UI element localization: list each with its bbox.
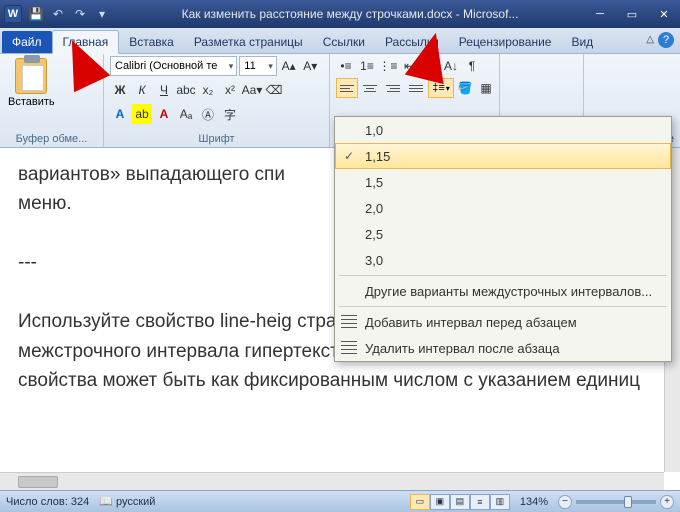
grow-font-icon[interactable]: A▴ xyxy=(279,56,299,76)
titlebar: W 💾 ↶ ↷ ▾ Как изменить расстояние между … xyxy=(0,0,680,28)
help-icon[interactable]: ? xyxy=(658,32,674,48)
superscript-button[interactable]: x² xyxy=(220,80,240,100)
quick-access-toolbar: 💾 ↶ ↷ ▾ xyxy=(26,4,112,24)
remove-space-after-paragraph[interactable]: Удалить интервал после абзаца xyxy=(335,335,671,361)
group-label-font: Шрифт xyxy=(110,131,323,147)
scrollbar-thumb[interactable] xyxy=(18,476,58,488)
line-spacing-more-options[interactable]: Другие варианты междустрочных интервалов… xyxy=(335,278,671,304)
tab-file[interactable]: Файл xyxy=(2,31,52,53)
line-spacing-menu: 1,0 ✓1,15 1,5 2,0 2,5 3,0 Другие вариант… xyxy=(334,116,672,362)
zoom-thumb[interactable] xyxy=(624,496,632,508)
group-label-clipboard: Буфер обме... xyxy=(6,131,97,147)
outline-view[interactable]: ≡ xyxy=(470,494,490,510)
tab-references[interactable]: Ссылки xyxy=(313,31,375,53)
full-screen-view[interactable]: ▣ xyxy=(430,494,450,510)
view-buttons: ▭ ▣ ▤ ≡ ▥ xyxy=(410,494,510,510)
check-icon: ✓ xyxy=(344,149,354,163)
justify-button[interactable] xyxy=(405,78,427,98)
zoom-level[interactable]: 134% xyxy=(520,496,548,508)
numbering-button[interactable]: 1≡ xyxy=(357,56,377,76)
minimize-ribbon-icon[interactable]: △ xyxy=(646,34,654,45)
highlight-button[interactable]: ab xyxy=(132,104,152,124)
menu-separator xyxy=(339,306,667,307)
shrink-font-icon[interactable]: A▾ xyxy=(300,56,320,76)
align-left-button[interactable] xyxy=(336,78,358,98)
borders-button[interactable]: ▦ xyxy=(476,78,496,98)
horizontal-scrollbar[interactable] xyxy=(0,472,664,490)
tab-review[interactable]: Рецензирование xyxy=(449,31,562,53)
change-case-button[interactable]: Aa▾ xyxy=(242,80,262,100)
zoom-out-button[interactable]: − xyxy=(558,495,572,509)
font-size-combo[interactable]: 11 xyxy=(239,56,277,76)
group-clipboard: Вставить Буфер обме... xyxy=(0,54,104,147)
line-spacing-button[interactable]: ‡≡ xyxy=(428,78,454,98)
bold-button[interactable]: Ж xyxy=(110,80,130,100)
word-count[interactable]: Число слов: 324 xyxy=(6,496,89,508)
tab-view[interactable]: Вид xyxy=(561,31,603,53)
increase-indent-button[interactable]: ⇥ xyxy=(420,56,440,76)
maximize-button[interactable]: ▭ xyxy=(620,6,644,22)
add-space-before-paragraph[interactable]: Добавить интервал перед абзацем xyxy=(335,309,671,335)
multilevel-list-button[interactable]: ⋮≡ xyxy=(378,56,398,76)
sort-button[interactable]: A↓ xyxy=(441,56,461,76)
font-color-button[interactable]: A xyxy=(154,104,174,124)
print-layout-view[interactable]: ▭ xyxy=(410,494,430,510)
group-font: Calibri (Основной те 11 A▴ A▾ Ж К Ч abc … xyxy=(104,54,330,147)
window-title: Как изменить расстояние между строчками.… xyxy=(116,7,584,21)
minimize-button[interactable]: ─ xyxy=(588,6,612,22)
bullets-button[interactable]: •≡ xyxy=(336,56,356,76)
phonetic-guide-button[interactable]: 字 xyxy=(220,104,240,124)
save-icon[interactable]: 💾 xyxy=(26,4,46,24)
italic-button[interactable]: К xyxy=(132,80,152,100)
strikethrough-button[interactable]: abc xyxy=(176,80,196,100)
zoom-track[interactable] xyxy=(576,500,656,504)
close-button[interactable]: ✕ xyxy=(652,6,676,22)
text-effects-button[interactable]: A xyxy=(110,104,130,124)
clear-formatting-button[interactable]: ⌫ xyxy=(264,80,284,100)
ribbon-tabs: Файл Главная Вставка Разметка страницы С… xyxy=(0,28,680,54)
draft-view[interactable]: ▥ xyxy=(490,494,510,510)
paste-label: Вставить xyxy=(8,96,55,108)
line-spacing-option-2.5[interactable]: 2,5 xyxy=(335,221,671,247)
enclose-chars-button[interactable]: Ⓐ xyxy=(198,104,218,124)
decrease-indent-button[interactable]: ⇤ xyxy=(399,56,419,76)
tab-page-layout[interactable]: Разметка страницы xyxy=(184,31,313,53)
line-spacing-option-2.0[interactable]: 2,0 xyxy=(335,195,671,221)
tab-insert[interactable]: Вставка xyxy=(119,31,184,53)
font-name-combo[interactable]: Calibri (Основной те xyxy=(110,56,237,76)
menu-separator xyxy=(339,275,667,276)
shading-button[interactable]: 🪣 xyxy=(455,78,475,98)
tab-mailings[interactable]: Рассылки xyxy=(375,31,449,53)
qat-customize-icon[interactable]: ▾ xyxy=(92,4,112,24)
show-marks-button[interactable]: ¶ xyxy=(462,56,482,76)
paste-button[interactable]: Вставить xyxy=(6,56,57,110)
paste-icon xyxy=(15,58,47,94)
redo-icon[interactable]: ↷ xyxy=(70,4,90,24)
language-status[interactable]: 📖 русский xyxy=(99,495,155,508)
underline-button[interactable]: Ч xyxy=(154,80,174,100)
app-icon[interactable]: W xyxy=(4,5,22,23)
character-shading-button[interactable]: Aₐ xyxy=(176,104,196,124)
zoom-slider: − + xyxy=(558,495,674,509)
subscript-button[interactable]: x₂ xyxy=(198,80,218,100)
line-spacing-option-1.5[interactable]: 1,5 xyxy=(335,169,671,195)
tab-home[interactable]: Главная xyxy=(52,30,120,54)
align-right-button[interactable] xyxy=(382,78,404,98)
zoom-in-button[interactable]: + xyxy=(660,495,674,509)
undo-icon[interactable]: ↶ xyxy=(48,4,68,24)
line-spacing-option-3.0[interactable]: 3,0 xyxy=(335,247,671,273)
web-layout-view[interactable]: ▤ xyxy=(450,494,470,510)
line-spacing-option-1.0[interactable]: 1,0 xyxy=(335,117,671,143)
line-spacing-option-1.15[interactable]: ✓1,15 xyxy=(335,143,671,169)
statusbar: Число слов: 324 📖 русский ▭ ▣ ▤ ≡ ▥ 134%… xyxy=(0,490,680,512)
align-center-button[interactable] xyxy=(359,78,381,98)
